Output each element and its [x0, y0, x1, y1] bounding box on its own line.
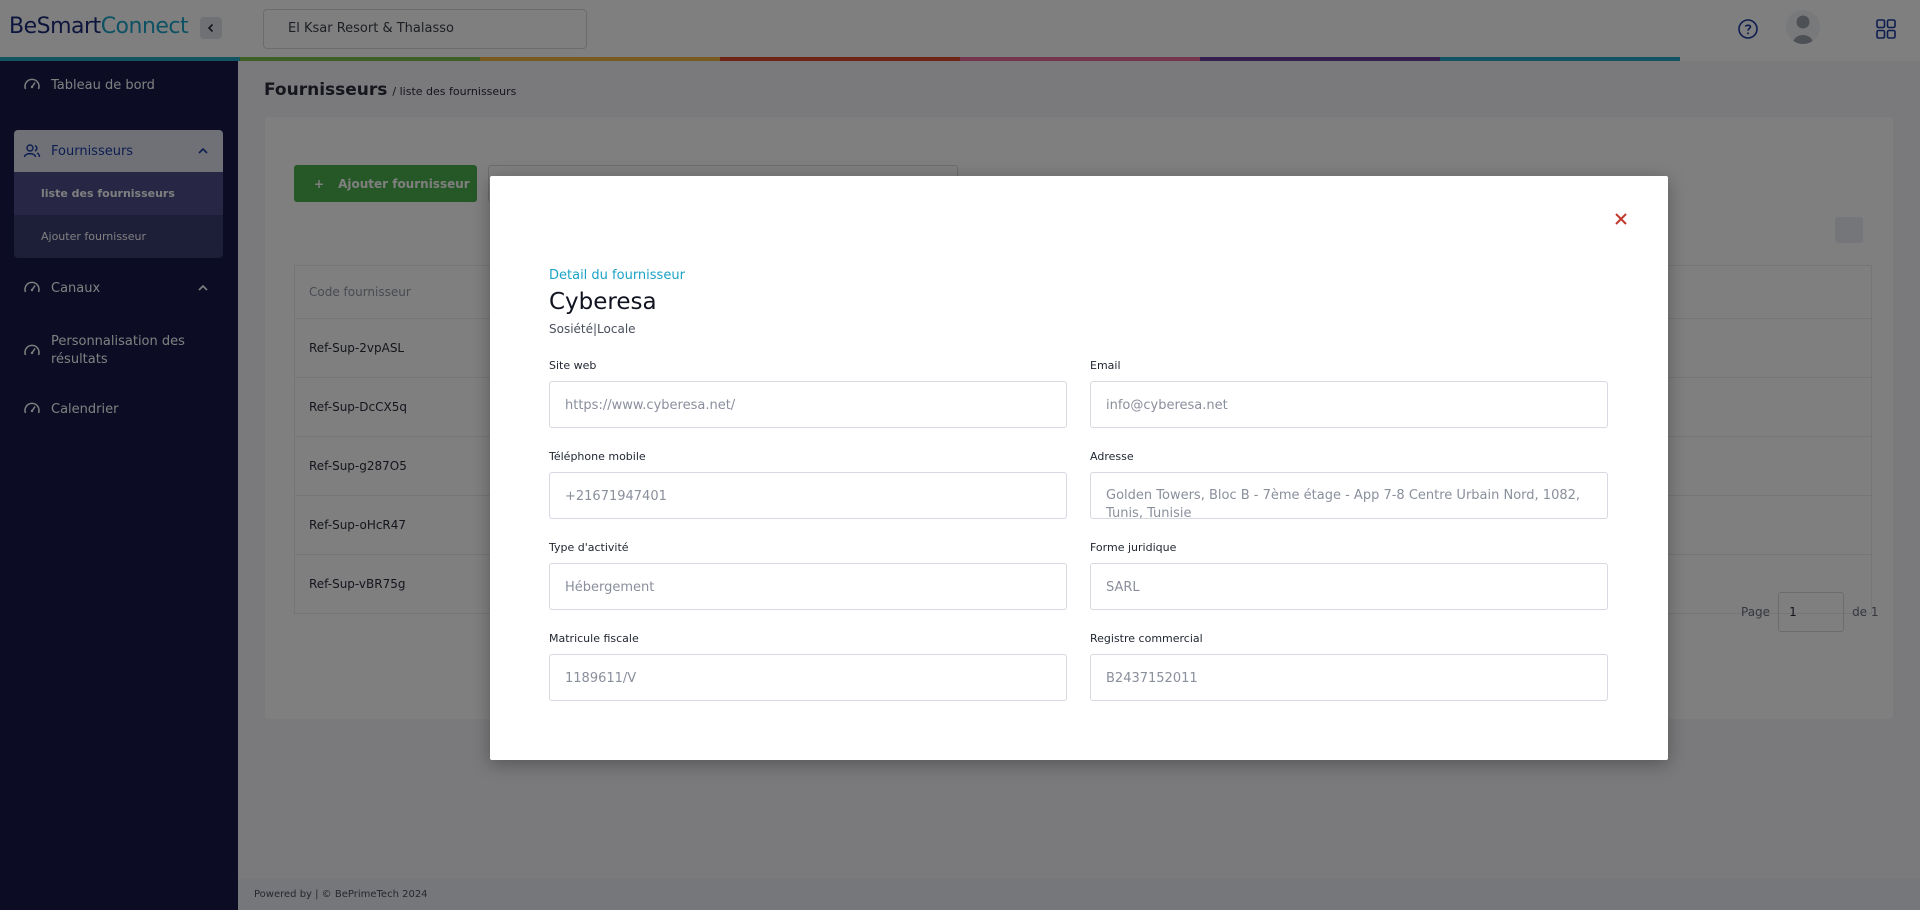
phone-field[interactable]: +21671947401 [549, 472, 1067, 519]
supplier-type: Sosiété|Locale [549, 322, 636, 336]
activity-type-field[interactable]: Hébergement [549, 563, 1067, 610]
field-label: Téléphone mobile [549, 450, 646, 463]
email-field[interactable]: info@cyberesa.net [1090, 381, 1608, 428]
tax-id-field[interactable]: 1189611/V [549, 654, 1067, 701]
field-label: Adresse [1090, 450, 1134, 463]
trade-register-field[interactable]: B2437152011 [1090, 654, 1608, 701]
supplier-name: Cyberesa [549, 289, 657, 315]
field-label: Site web [549, 359, 597, 372]
field-label: Type d'activité [549, 541, 629, 554]
legal-form-field[interactable]: SARL [1090, 563, 1608, 610]
close-icon[interactable] [1612, 210, 1630, 228]
field-legal-form: Forme juridique SARL [1090, 541, 1608, 610]
field-activity: Type d'activité Hébergement [549, 541, 1067, 610]
field-label: Registre commercial [1090, 632, 1203, 645]
field-tax-id: Matricule fiscale 1189611/V [549, 632, 1067, 701]
supplier-detail-modal: Detail du fournisseur Cyberesa Sosiété|L… [490, 176, 1668, 760]
field-label: Forme juridique [1090, 541, 1177, 554]
website-field[interactable]: https://www.cyberesa.net/ [549, 381, 1067, 428]
field-phone: Téléphone mobile +21671947401 [549, 450, 1067, 519]
field-trade-register: Registre commercial B2437152011 [1090, 632, 1608, 701]
modal-kicker: Detail du fournisseur [549, 268, 685, 283]
field-label: Matricule fiscale [549, 632, 639, 645]
field-label: Email [1090, 359, 1121, 372]
field-email: Email info@cyberesa.net [1090, 359, 1608, 428]
field-website: Site web https://www.cyberesa.net/ [549, 359, 1067, 428]
field-address: Adresse Golden Towers, Bloc B - 7ème éta… [1090, 450, 1608, 519]
address-field[interactable]: Golden Towers, Bloc B - 7ème étage - App… [1090, 472, 1608, 519]
